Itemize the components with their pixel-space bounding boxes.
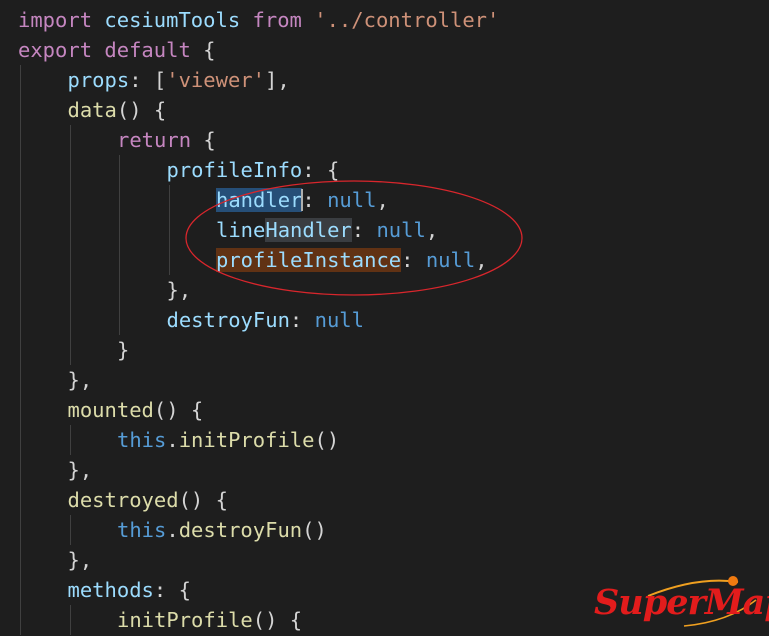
code-token: from [252,8,302,32]
code-token: destroyFun [166,308,290,332]
code-token: : { [302,158,340,182]
code-token: . [166,518,179,542]
code-token: profileInfo [166,158,303,182]
code-line[interactable]: }, [167,275,192,305]
code-token: () { [116,98,167,122]
code-line[interactable]: methods: { [68,575,191,605]
code-line[interactable]: }, [68,365,93,395]
code-token: return [117,128,192,152]
indent-guide [69,125,71,365]
code-editor[interactable]: import cesiumTools from '../controller' e… [0,0,769,636]
code-line[interactable]: return { [117,125,216,155]
code-token: () { [178,488,228,512]
indent-guide [69,515,71,545]
code-token: , [475,248,488,272]
code-line[interactable]: profileInstance: null, [216,245,488,275]
code-token: }, [166,278,192,302]
code-line[interactable]: handler: null, [216,185,389,215]
code-token: Handler [265,218,352,242]
code-token: null [376,218,426,242]
code-token: }, [67,368,93,392]
code-token: () [302,518,327,542]
code-token: this [117,428,167,452]
code-token: '../controller' [314,8,500,32]
code-line[interactable]: this.destroyFun() [117,515,327,545]
code-line[interactable]: }, [68,455,93,485]
code-line[interactable]: lineHandler: null, [216,215,438,245]
code-line[interactable]: data() { [68,95,167,125]
code-token: default [104,38,191,62]
code-token: ], [265,68,290,92]
code-token: } [117,338,130,362]
code-token: line [216,218,266,242]
code-token: destroyFun [178,518,303,542]
code-token: : [ [129,68,167,92]
code-token: }, [67,458,93,482]
indent-guide [69,605,71,635]
code-token: 'viewer' [166,68,265,92]
code-token: : [289,308,315,332]
code-token: : { [153,578,191,602]
code-token: cesiumTools [104,8,241,32]
code-token: data [67,98,117,122]
code-line[interactable]: this.initProfile() [117,425,339,455]
code-token: destroyed [67,488,179,512]
logo-text: SuperMap [594,582,769,623]
code-line[interactable]: destroyFun: null [167,305,364,335]
code-token: null [314,308,364,332]
code-token: { [190,38,216,62]
code-token: : [351,218,377,242]
indent-guide [168,185,170,275]
code-token: initProfile [178,428,315,452]
code-token: methods [67,578,154,602]
indent-guide [119,155,120,335]
code-token: null [425,248,476,272]
code-token: initProfile [117,608,253,632]
code-line[interactable]: destroyed() { [68,485,228,515]
code-line[interactable]: mounted() { [68,395,204,425]
indent-guide [69,425,71,455]
code-token: , [425,218,439,242]
code-token: }, [67,548,93,572]
code-token: profileInstance [216,248,402,272]
code-token: this [117,518,167,542]
code-line[interactable]: }, [68,545,93,575]
indent-guide [20,65,21,635]
code-token: : [302,188,328,212]
code-token: , [376,188,389,212]
code-line[interactable]: } [117,335,129,365]
code-line[interactable]: initProfile() { [117,605,302,635]
code-token: () { [252,608,303,632]
code-token: import [18,8,93,32]
code-token: { [191,128,216,152]
code-token: mounted [67,398,154,422]
code-token: . [166,428,179,452]
code-token: handler [216,188,303,212]
supermap-logo: SuperMap [588,570,769,632]
code-token: () { [153,398,204,422]
code-line[interactable]: props: ['viewer'], [68,65,290,95]
code-token: props [67,68,130,92]
code-token: : [401,248,426,272]
code-token: () [314,428,340,452]
code-line[interactable]: export default { [18,35,216,65]
code-token: null [327,188,377,212]
code-line[interactable]: profileInfo: { [167,155,340,185]
code-token: export [18,38,93,62]
code-line[interactable]: import cesiumTools from '../controller' [18,5,499,35]
